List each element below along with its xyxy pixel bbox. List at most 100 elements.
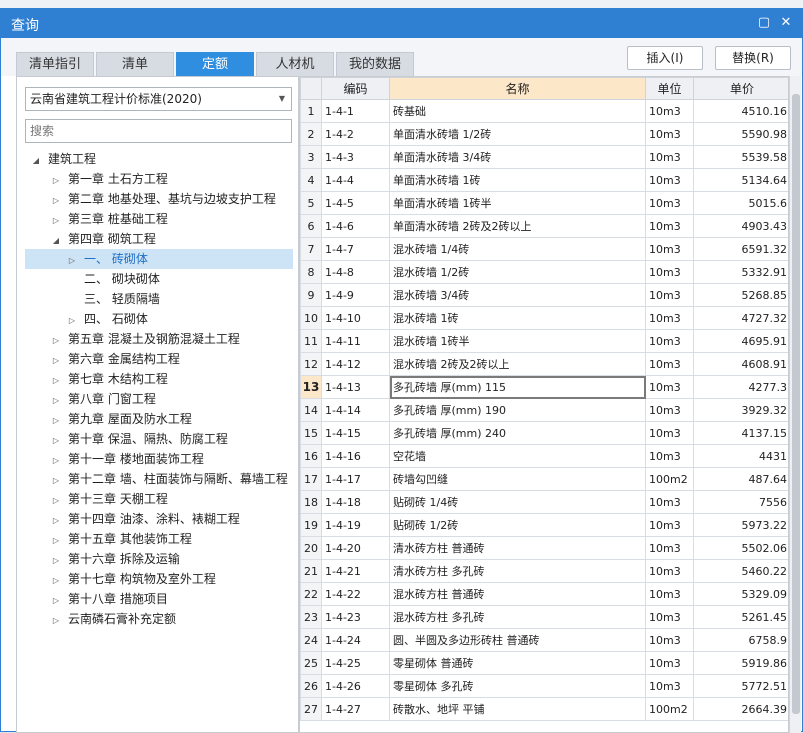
- table-row[interactable]: 19 1-4-19 贴砌砖 1/2砖 10m3 5973.22: [300, 513, 788, 537]
- expand-toggle-icon[interactable]: ▷: [51, 591, 61, 611]
- cell-name[interactable]: 砖基础: [389, 99, 646, 123]
- cell-unit[interactable]: 10m3: [645, 421, 694, 445]
- cell-name[interactable]: 单面清水砖墙 1/2砖: [389, 122, 646, 146]
- cell-price[interactable]: 5329.09: [693, 582, 788, 606]
- cell-code[interactable]: 1-4-2: [321, 122, 390, 146]
- cell-price[interactable]: 5502.06: [693, 536, 788, 560]
- tree-node[interactable]: 三、 轻质隔墙: [25, 289, 293, 309]
- table-row[interactable]: 23 1-4-23 混水砖方柱 多孔砖 10m3 5261.45: [300, 605, 788, 629]
- tree-node[interactable]: ▷ 第十一章 楼地面装饰工程: [37, 449, 307, 469]
- cell-name[interactable]: 空花墙: [389, 444, 646, 468]
- row-index[interactable]: 25: [300, 651, 322, 675]
- cell-price[interactable]: 6758.9: [693, 628, 788, 652]
- expand-toggle-icon[interactable]: ◢: [31, 151, 41, 171]
- row-index[interactable]: 13: [300, 375, 322, 399]
- close-icon[interactable]: ✕: [778, 15, 794, 31]
- cell-price[interactable]: 5539.58: [693, 145, 788, 169]
- expand-toggle-icon[interactable]: ▷: [51, 411, 61, 431]
- row-index[interactable]: 9: [300, 283, 322, 307]
- table-row[interactable]: 5 1-4-5 单面清水砖墙 1砖半 10m3 5015.6: [300, 191, 788, 215]
- cell-name[interactable]: 单面清水砖墙 1砖半: [389, 191, 646, 215]
- maximize-icon[interactable]: ▢: [756, 15, 772, 31]
- row-index[interactable]: 27: [300, 697, 322, 721]
- cell-unit[interactable]: 10m3: [645, 444, 694, 468]
- tree-node[interactable]: ▷ 第十四章 油漆、涂料、裱糊工程: [37, 509, 307, 529]
- row-index[interactable]: 4: [300, 168, 322, 192]
- dropdown-arrow-icon[interactable]: ▼: [279, 88, 285, 110]
- tree-node[interactable]: ▷ 第十五章 其他装饰工程: [37, 529, 307, 549]
- row-index[interactable]: 14: [300, 398, 322, 422]
- tab-list[interactable]: 清单: [96, 52, 174, 76]
- cell-unit[interactable]: 10m3: [645, 490, 694, 514]
- cell-code[interactable]: 1-4-26: [321, 674, 390, 698]
- cell-unit[interactable]: 10m3: [645, 651, 694, 675]
- expand-toggle-icon[interactable]: ▷: [51, 511, 61, 531]
- cell-price[interactable]: 4137.15: [693, 421, 788, 445]
- cell-code[interactable]: 1-4-1: [321, 99, 390, 123]
- cell-name[interactable]: 混水砖墙 1/4砖: [389, 237, 646, 261]
- tree-node[interactable]: ▷ 第十七章 构筑物及室外工程: [37, 569, 307, 589]
- tree-node[interactable]: ▷ 第五章 混凝土及钢筋混凝土工程: [37, 329, 307, 349]
- search-input[interactable]: 搜索: [25, 119, 292, 143]
- cell-name[interactable]: 单面清水砖墙 1砖: [389, 168, 646, 192]
- tree-node[interactable]: ▷ 云南磷石膏补充定额: [37, 609, 307, 629]
- table-row[interactable]: 24 1-4-24 圆、半圆及多边形砖柱 普通砖 10m3 6758.9: [300, 628, 788, 652]
- cell-code[interactable]: 1-4-21: [321, 559, 390, 583]
- cell-unit[interactable]: 10m3: [645, 559, 694, 583]
- cell-name[interactable]: 混水砖方柱 普通砖: [389, 582, 646, 606]
- expand-toggle-icon[interactable]: ▷: [51, 171, 61, 191]
- cell-price[interactable]: 4608.91: [693, 352, 788, 376]
- table-row[interactable]: 21 1-4-21 清水砖方柱 多孔砖 10m3 5460.22: [300, 559, 788, 583]
- tab-my-data[interactable]: 我的数据: [336, 52, 414, 76]
- expand-toggle-icon[interactable]: ▷: [51, 431, 61, 451]
- expand-toggle-icon[interactable]: ▷: [51, 611, 61, 631]
- cell-price[interactable]: 5015.6: [693, 191, 788, 215]
- cell-price[interactable]: 2664.39: [693, 697, 788, 721]
- cell-code[interactable]: 1-4-8: [321, 260, 390, 284]
- cell-name[interactable]: 多孔砖墙 厚(mm) 190: [389, 398, 646, 422]
- cell-code[interactable]: 1-4-12: [321, 352, 390, 376]
- table-row[interactable]: 10 1-4-10 混水砖墙 1砖 10m3 4727.32: [300, 306, 788, 330]
- cell-code[interactable]: 1-4-3: [321, 145, 390, 169]
- table-row[interactable]: 3 1-4-3 单面清水砖墙 3/4砖 10m3 5539.58: [300, 145, 788, 169]
- cell-price[interactable]: 5919.86: [693, 651, 788, 675]
- cell-code[interactable]: 1-4-19: [321, 513, 390, 537]
- cell-code[interactable]: 1-4-14: [321, 398, 390, 422]
- expand-toggle-icon[interactable]: ▷: [51, 531, 61, 551]
- cell-name[interactable]: 混水砖方柱 多孔砖: [389, 605, 646, 629]
- row-index[interactable]: 6: [300, 214, 322, 238]
- table-row[interactable]: 1 1-4-1 砖基础 10m3 4510.16: [300, 99, 788, 123]
- tree-node[interactable]: ▷ 第六章 金属结构工程: [37, 349, 307, 369]
- table-row[interactable]: 18 1-4-18 贴砌砖 1/4砖 10m3 7556: [300, 490, 788, 514]
- expand-toggle-icon[interactable]: ▷: [67, 311, 77, 331]
- replace-button[interactable]: 替换(R): [715, 46, 791, 70]
- row-index[interactable]: 23: [300, 605, 322, 629]
- tree-node[interactable]: ▷ 第十三章 天棚工程: [37, 489, 307, 509]
- cell-unit[interactable]: 10m3: [645, 122, 694, 146]
- row-index[interactable]: 17: [300, 467, 322, 491]
- header-code[interactable]: 编码: [321, 77, 390, 100]
- tree-node[interactable]: 二、 砌块砌体: [25, 269, 293, 289]
- table-row[interactable]: 20 1-4-20 清水砖方柱 普通砖 10m3 5502.06: [300, 536, 788, 560]
- cell-code[interactable]: 1-4-24: [321, 628, 390, 652]
- table-row[interactable]: 12 1-4-12 混水砖墙 2砖及2砖以上 10m3 4608.91: [300, 352, 788, 376]
- cell-unit[interactable]: 100m2: [645, 697, 694, 721]
- cell-unit[interactable]: 10m3: [645, 513, 694, 537]
- expand-toggle-icon[interactable]: ▷: [51, 471, 61, 491]
- tab-quota[interactable]: 定额: [176, 52, 254, 76]
- cell-unit[interactable]: 10m3: [645, 674, 694, 698]
- cell-code[interactable]: 1-4-25: [321, 651, 390, 675]
- table-row[interactable]: 4 1-4-4 单面清水砖墙 1砖 10m3 5134.64: [300, 168, 788, 192]
- standard-select[interactable]: 云南省建筑工程计价标准(2020) ▼: [25, 87, 292, 111]
- cell-unit[interactable]: 10m3: [645, 191, 694, 215]
- cell-code[interactable]: 1-4-4: [321, 168, 390, 192]
- cell-unit[interactable]: 10m3: [645, 605, 694, 629]
- row-index[interactable]: 26: [300, 674, 322, 698]
- table-row[interactable]: 13 1-4-13 多孔砖墙 厚(mm) 115 10m3 4277.3: [300, 375, 788, 399]
- cell-price[interactable]: 5772.51: [693, 674, 788, 698]
- cell-unit[interactable]: 10m3: [645, 582, 694, 606]
- table-row[interactable]: 26 1-4-26 零星砌体 多孔砖 10m3 5772.51: [300, 674, 788, 698]
- row-index[interactable]: 7: [300, 237, 322, 261]
- cell-name[interactable]: 圆、半圆及多边形砖柱 普通砖: [389, 628, 646, 652]
- cell-price[interactable]: 6591.32: [693, 237, 788, 261]
